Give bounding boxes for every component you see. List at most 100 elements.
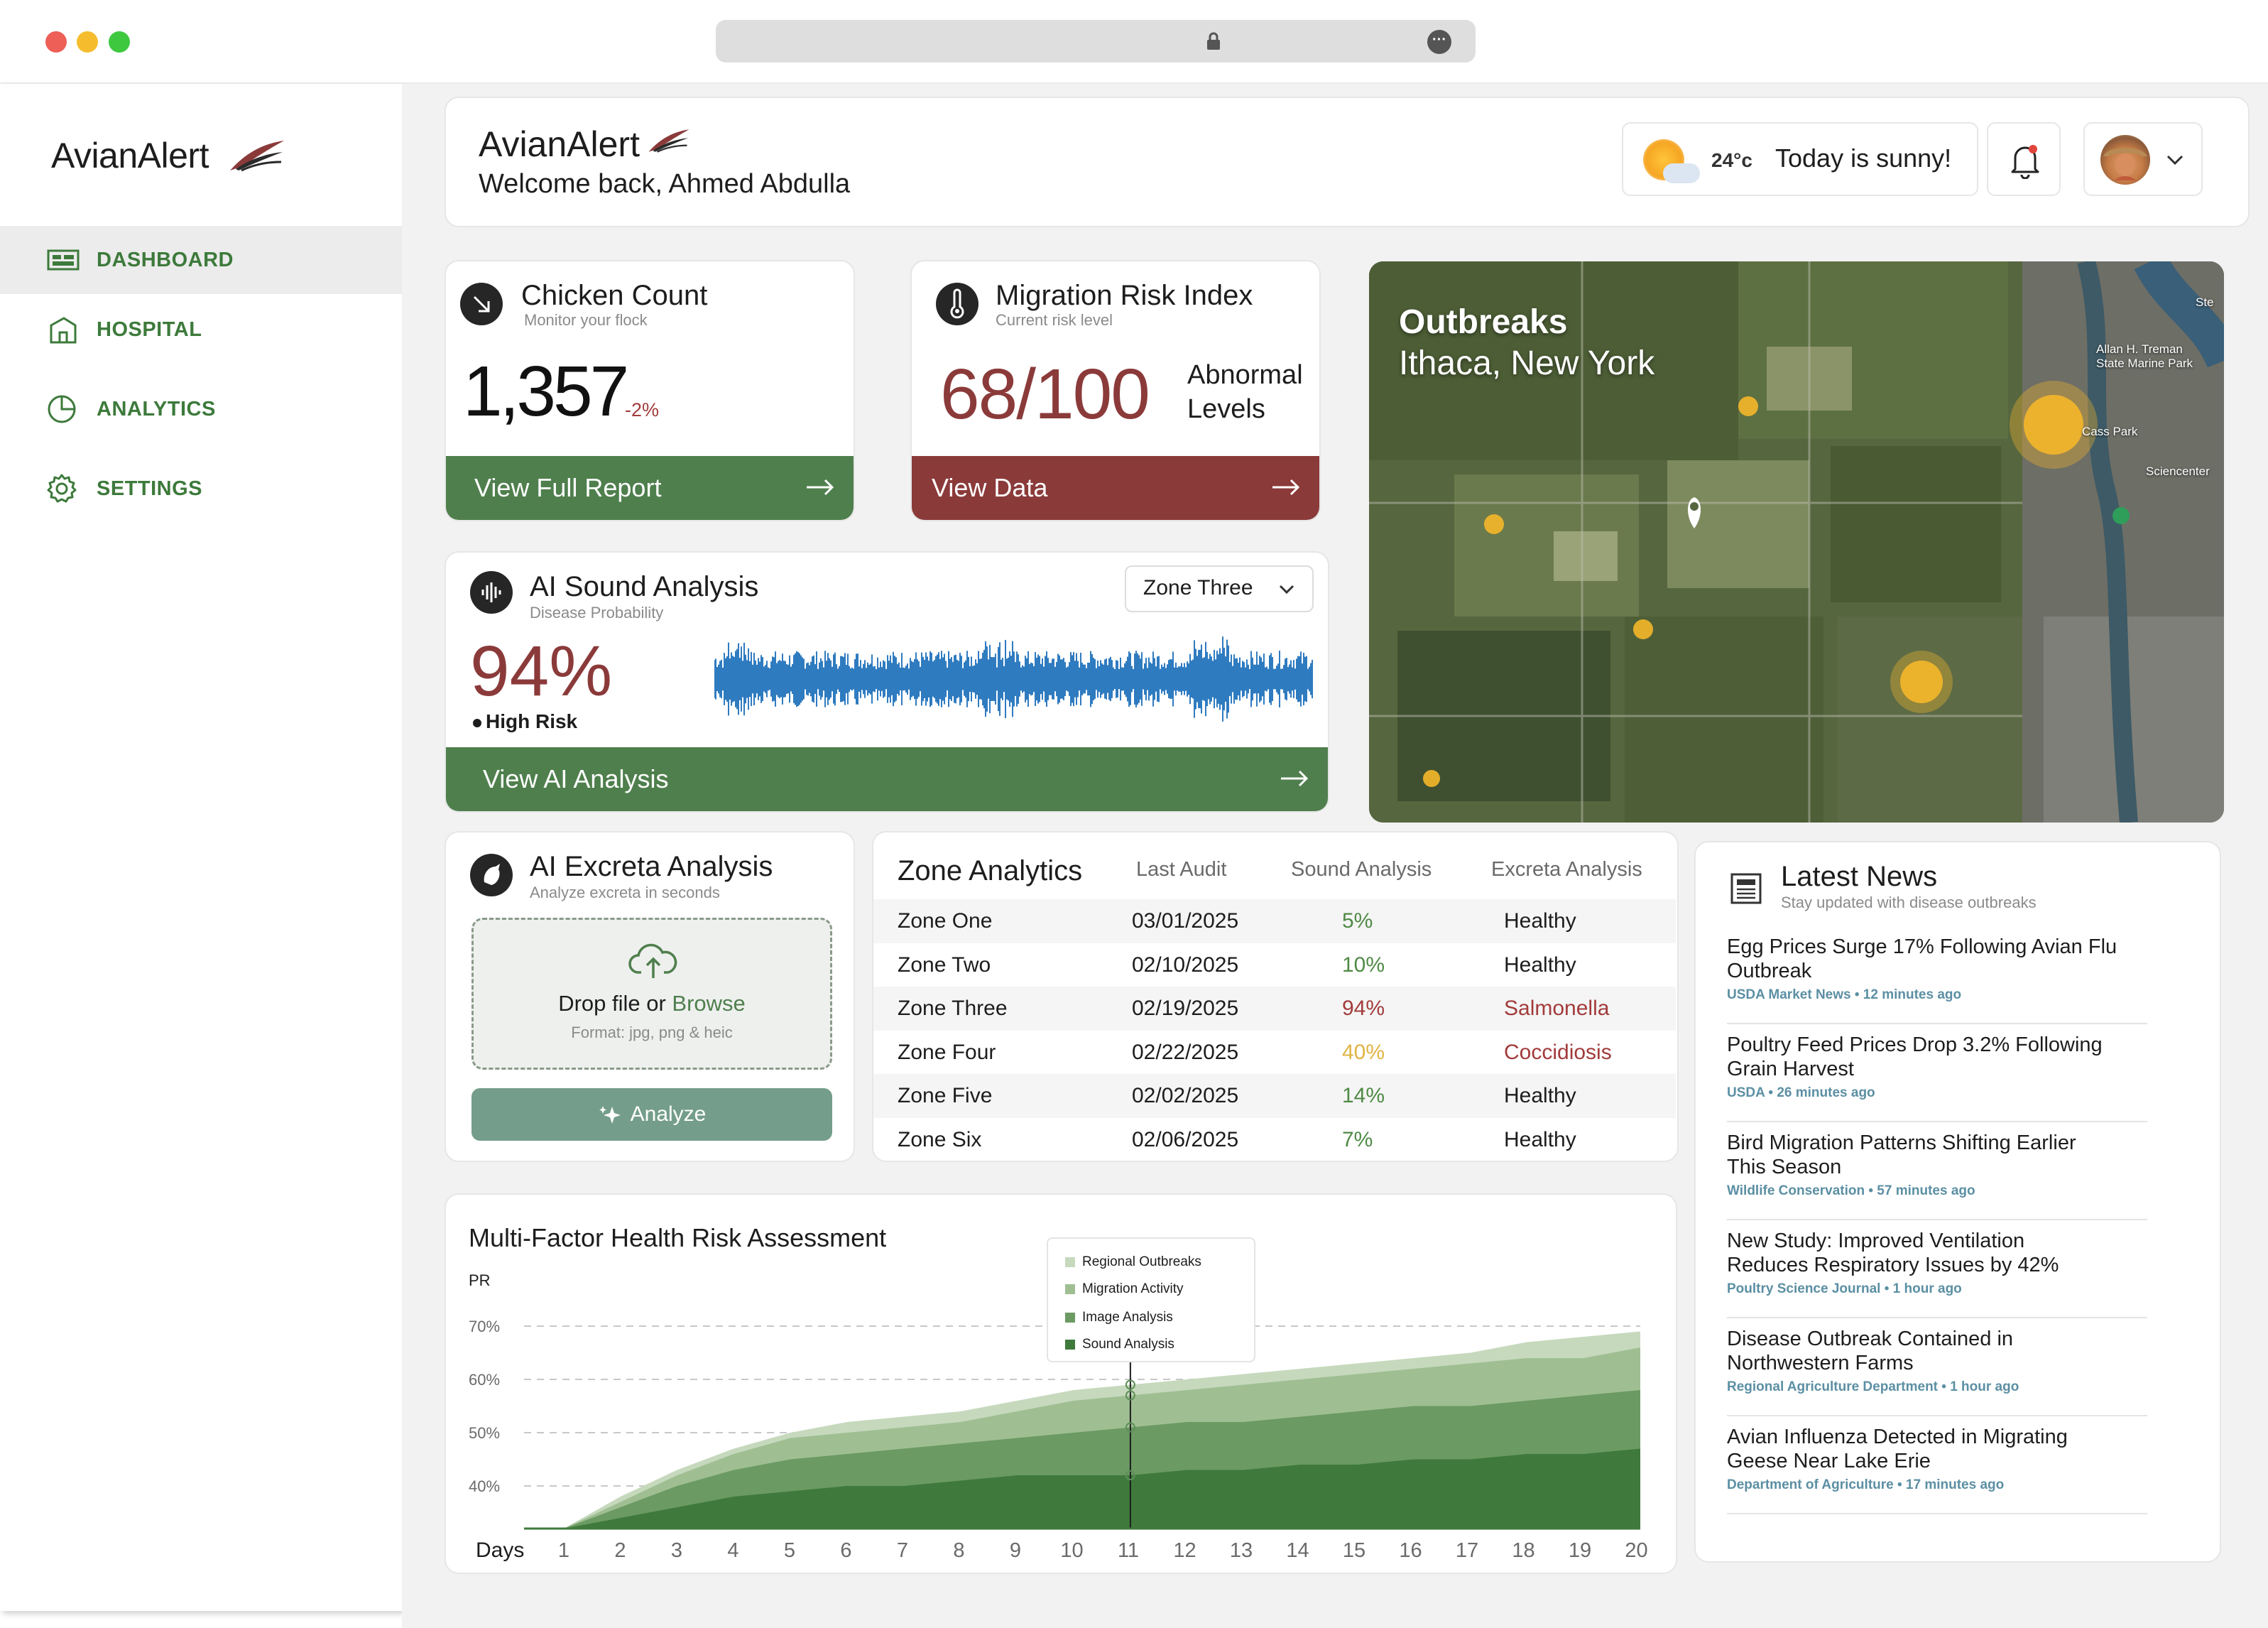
news-headline-line: New Study: Improved Ventilation (1727, 1230, 2025, 1252)
legend-item: Regional Outbreaks (1065, 1254, 1201, 1270)
x-tick-label: 12 (1173, 1539, 1196, 1562)
news-meta: Regional Agriculture Department • 1 hour… (1727, 1379, 2019, 1394)
excreta-analysis-cell: Salmonella (1504, 997, 1610, 1020)
map-title: Outbreaks (1399, 303, 1568, 341)
notifications-button[interactable] (1987, 122, 2061, 196)
button-label: View Data (932, 473, 1048, 502)
news-meta: USDA • 26 minutes ago (1727, 1085, 1875, 1100)
sparkle-icon (599, 1106, 621, 1124)
last-audit-cell: 03/01/2025 (1132, 909, 1239, 933)
news-subtitle: Stay updated with disease outbreaks (1781, 894, 2037, 911)
legend-swatch (1065, 1257, 1075, 1267)
button-label: Analyze (630, 1102, 707, 1126)
zone-select[interactable]: Zone Three (1125, 565, 1314, 612)
user-menu[interactable] (2083, 122, 2203, 196)
sidebar-item-label: HOSPITAL (97, 318, 202, 341)
health-risk-chart-card: Multi-Factor Health Risk Assessment PR 70… (445, 1193, 1677, 1574)
x-tick-label: 5 (784, 1539, 795, 1562)
feather-logo-icon (230, 141, 284, 172)
feather-logo-icon (648, 129, 689, 153)
sidebar-item-analytics[interactable]: ANALYTICS (0, 375, 402, 443)
migration-risk-value: 68/100 (940, 354, 1150, 434)
view-data-button[interactable]: View Data (912, 456, 1319, 520)
table-row[interactable]: Zone Four 02/22/2025 40% Coccidiosis (873, 1031, 1676, 1075)
header-title: AvianAlert (479, 124, 640, 164)
sidebar-item-label: ANALYTICS (97, 397, 216, 420)
avatar (2100, 135, 2150, 185)
thermometer-icon (936, 283, 978, 325)
card-subtitle: Monitor your flock (524, 311, 648, 329)
maximize-window-button[interactable] (109, 31, 130, 53)
y-tick-label: 40% (469, 1477, 500, 1495)
legend-item: Image Analysis (1065, 1310, 1173, 1325)
view-ai-analysis-button[interactable]: View AI Analysis (446, 747, 1328, 811)
card-title: AI Excreta Analysis (530, 851, 773, 882)
news-item[interactable]: Avian Influenza Detected in Migrating Gee… (1727, 1425, 2147, 1514)
address-bar[interactable]: ··· (716, 20, 1476, 63)
outbreak-map[interactable]: Outbreaks Ithaca, New York Allan H. Trem… (1369, 261, 2224, 823)
more-options-icon[interactable]: ··· (1427, 30, 1451, 54)
news-headline-line: Poultry Feed Prices Drop 3.2% Following (1727, 1033, 2103, 1056)
news-headline: Avian Influenza Detected in Migrating Gee… (1727, 1425, 2147, 1473)
sidebar-item-settings[interactable]: SETTINGS (0, 455, 402, 523)
x-tick-label: 17 (1456, 1539, 1478, 1562)
header-card: AvianAlert Welcome back, Ahmed Abdulla 2… (445, 97, 2250, 227)
news-title: Latest News (1781, 861, 1938, 892)
risk-label: High Risk (486, 710, 578, 732)
zone-name-cell: Zone Three (898, 997, 1008, 1020)
button-label: View Full Report (474, 473, 662, 502)
news-meta: Poultry Science Journal • 1 hour ago (1727, 1281, 1962, 1296)
zone-name-cell: Zone Six (898, 1127, 982, 1151)
x-tick-label: 11 (1118, 1539, 1139, 1562)
legend-label: Image Analysis (1082, 1310, 1173, 1325)
news-meta: Department of Agriculture • 17 minutes a… (1727, 1477, 2005, 1492)
news-headline-line: Geese Near Lake Erie (1727, 1450, 1931, 1472)
chart-legend: Regional Outbreaks Migration Activity Im… (1047, 1237, 1255, 1362)
weather-widget[interactable]: 24°c Today is sunny! (1622, 122, 1978, 196)
minimize-window-button[interactable] (77, 31, 98, 53)
x-tick-label: 6 (840, 1539, 851, 1562)
legend-swatch (1065, 1313, 1075, 1323)
trend-down-icon (460, 283, 503, 325)
brand-name: AvianAlert (51, 136, 209, 175)
table-row[interactable]: Zone Six 02/06/2025 7% Healthy (873, 1118, 1676, 1161)
arrow-right-icon (1272, 479, 1300, 496)
table-row[interactable]: Zone Five 02/02/2025 14% Healthy (873, 1074, 1676, 1118)
news-item[interactable]: Disease Outbreak Contained in Northwester… (1727, 1327, 2147, 1416)
file-dropzone[interactable]: Drop file or Browse Format: jpg, png & h… (471, 918, 832, 1070)
card-subtitle: Disease Probability (530, 604, 664, 622)
card-title: AI Sound Analysis (530, 571, 759, 602)
news-headline-line: Grain Harvest (1727, 1058, 1854, 1080)
column-header: Excreta Analysis (1491, 858, 1642, 881)
view-full-report-button[interactable]: View Full Report (446, 456, 854, 520)
map-place-label: Sciencenter (2146, 465, 2210, 478)
sidebar-item-dashboard[interactable]: DASHBOARD (0, 226, 402, 294)
sound-probability-value: 94% (470, 631, 613, 711)
x-tick-label: 18 (1512, 1539, 1534, 1562)
news-headline: New Study: Improved Ventilation Reduces R… (1727, 1229, 2147, 1277)
zone-analytics-title: Zone Analytics (898, 855, 1083, 886)
risk-badge: High Risk (473, 710, 577, 733)
sound-analysis-cell: 40% (1342, 1040, 1385, 1064)
card-subtitle: Analyze excreta in seconds (530, 884, 720, 901)
news-item[interactable]: Egg Prices Surge 17% Following Avian Flu… (1727, 935, 2147, 1024)
news-item[interactable]: Poultry Feed Prices Drop 3.2% Following G… (1727, 1033, 2147, 1122)
arrow-right-icon (1281, 770, 1309, 787)
sound-analysis-card: AI Sound Analysis Disease Probability Zo… (445, 551, 1329, 813)
close-window-button[interactable] (45, 31, 67, 53)
audio-waveform (714, 636, 1313, 722)
sidebar-item-label: DASHBOARD (97, 248, 234, 271)
browse-link[interactable]: Browse (672, 991, 745, 1016)
table-row[interactable]: Zone Two 02/10/2025 10% Healthy (873, 943, 1676, 987)
excreta-analysis-cell: Healthy (1504, 953, 1576, 977)
excreta-analysis-cell: Healthy (1504, 1127, 1576, 1151)
map-location: Ithaca, New York (1399, 344, 1655, 382)
analyze-button[interactable]: Analyze (471, 1088, 832, 1141)
news-item[interactable]: Bird Migration Patterns Shifting Earlier… (1727, 1131, 2147, 1220)
table-row[interactable]: Zone One 03/01/2025 5% Healthy (873, 899, 1676, 943)
news-item[interactable]: New Study: Improved Ventilation Reduces R… (1727, 1229, 2147, 1318)
y-tick-label: 60% (469, 1371, 500, 1389)
zone-name-cell: Zone Four (898, 1040, 996, 1064)
table-row[interactable]: Zone Three 02/19/2025 94% Salmonella (873, 987, 1676, 1031)
sidebar-item-hospital[interactable]: HOSPITAL (0, 295, 402, 364)
